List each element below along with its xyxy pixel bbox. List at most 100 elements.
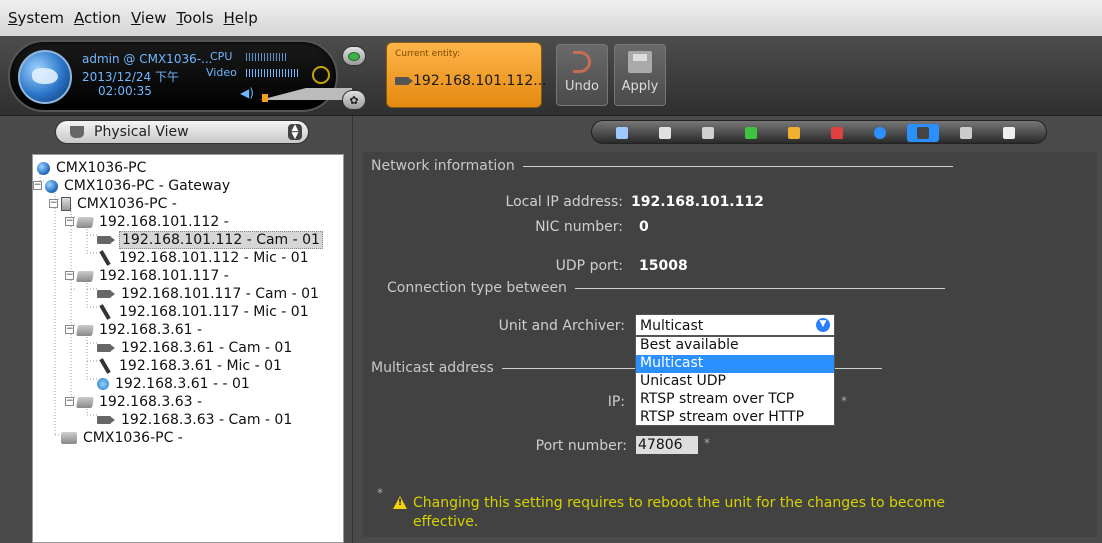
tree-node[interactable]: − CMX1036-PC - Gateway [33,177,232,195]
gateway-icon [45,179,58,193]
tree-node[interactable]: CMX1036-PC - [61,429,185,447]
undo-button[interactable]: Undo [556,44,608,106]
tree-node[interactable]: 192.168.3.61 - Cam - 01 [97,339,294,357]
tree-node[interactable]: 192.168.101.117 - Cam - 01 [97,285,321,303]
left-panel: Physical View ▲ ▼ CMX1036-PC − CMX1036-P… [0,116,352,543]
entity-tree[interactable]: CMX1036-PC − CMX1036-PC - Gateway − CMX1036-… [32,154,344,543]
menu-item-1[interactable]: Action [74,9,121,27]
menu-item-label: iew [140,9,167,27]
multicast-ip-label: IP: [607,394,625,410]
tree-node-label: CMX1036-PC - Gateway [64,178,231,194]
volume-slider[interactable] [260,86,352,102]
local-ip-value: 192.168.101.112 [631,194,764,210]
tree-node-label: 192.168.3.63 - Cam - 01 [121,412,293,428]
tree-node[interactable]: − CMX1036-PC - [49,195,179,213]
menu-item-0[interactable]: System [8,9,64,27]
date-label: 2013/12/24 下午 [82,70,179,84]
tree-collapse-toggle[interactable]: − [65,325,74,334]
undo-icon [573,51,591,73]
tree-collapse-toggle[interactable]: − [49,199,58,208]
archiver-icon [61,432,77,444]
dropdown-option[interactable]: Multicast [636,355,834,373]
tree-node[interactable]: 192.168.3.63 - Cam - 01 [97,411,294,429]
tree-node-label: CMX1036-PC [56,160,147,176]
tree-node-label: CMX1036-PC - [77,196,177,212]
menu-item-4[interactable]: Help [224,9,258,27]
tree-collapse-toggle[interactable]: − [65,271,74,280]
dropdown-option[interactable]: RTSP stream over TCP [636,391,834,409]
microphone-icon [99,304,111,320]
menu-item-accelerator: S [8,9,18,27]
peripherals-tab-icon[interactable] [692,124,724,142]
tree-node[interactable]: − 192.168.3.63 - [65,393,204,411]
menu-item-accelerator: A [73,9,84,27]
tree-node[interactable]: 192.168.3.61 - Mic - 01 [97,357,284,375]
tree-node[interactable]: − 192.168.3.61 - [65,321,204,339]
tree-collapse-toggle[interactable]: − [65,217,74,226]
eye-icon[interactable] [342,46,366,66]
tree-node[interactable]: 192.168.101.117 - Mic - 01 [97,303,311,321]
unit-icon [76,324,94,336]
apply-button[interactable]: Apply [614,44,666,106]
connection-type-select[interactable]: Multicast ▼ [635,314,835,336]
view-selector-value: Physical View [94,124,189,140]
menu-item-3[interactable]: Tools [177,9,214,27]
tree-node-label: 192.168.3.61 - - 01 [115,376,250,392]
dropdown-option[interactable]: Unicast UDP [636,373,834,391]
tree-collapse-toggle[interactable]: − [65,397,74,406]
port-number-input[interactable]: 47806 [636,436,698,454]
security-center-logo-icon[interactable] [18,50,72,104]
unit-icon [76,396,94,408]
tree-node[interactable]: 192.168.3.61 - - 01 [97,375,252,393]
unit-icon [76,270,94,282]
connection-type-dropdown[interactable]: Best available Multicast Unicast UDP RTSP s… [635,336,835,426]
right-panel: Network information Local IP address: 19… [352,116,1102,543]
menu-item-accelerator: V [130,9,141,27]
tree-node-label: 192.168.101.117 - Cam - 01 [121,286,319,302]
status-tab-icon[interactable] [993,124,1025,142]
dropdown-option[interactable]: RTSP stream over HTTP [636,409,834,427]
video-meter [246,69,298,77]
udp-port-value: 15008 [639,258,688,274]
tree-node-label: 192.168.101.112 - Cam - 01 [119,231,323,249]
dropdown-option[interactable]: Best available [636,337,834,355]
camera-icon [395,77,413,85]
menu-bar: System Action View Tools Help [0,0,1102,36]
color-tab-icon[interactable] [778,124,810,142]
current-entity-value: 192.168.101.112... [413,73,547,89]
tree-node[interactable]: − 192.168.101.117 - [65,267,231,285]
clock-icon[interactable] [312,66,330,84]
properties-tab-icon[interactable] [649,124,681,142]
identity-tab-icon[interactable] [606,124,638,142]
chevron-down-icon[interactable]: ▼ [816,318,830,332]
user-label: admin @ CMX1036-... [82,52,213,66]
view-selector[interactable]: Physical View ▲ ▼ [55,120,309,144]
hardware-tab-icon[interactable] [735,124,767,142]
local-ip-label: Local IP address: [505,194,623,210]
menu-item-label: elp [234,9,258,27]
volume-icon[interactable]: ◀) [240,86,254,100]
palette-icon[interactable]: ✿ [342,90,366,110]
tree-node[interactable]: 192.168.101.112 - Mic - 01 [97,249,311,267]
tools-tab-icon[interactable] [950,124,982,142]
network-tab-icon[interactable] [907,124,939,142]
video-tab-icon[interactable] [821,124,853,142]
multicast-address-title: Multicast address [371,360,494,376]
save-icon [628,51,652,73]
physical-view-icon [70,126,84,138]
camera-icon [97,290,115,298]
config-tab-bar [591,120,1047,144]
warning-icon [393,496,407,509]
tree-node[interactable]: 192.168.101.112 - Cam - 01 [97,231,323,249]
tree-node-label: 192.168.101.112 - [99,214,229,230]
network-information-title: Network information [371,158,515,174]
tree-node[interactable]: CMX1036-PC [37,159,148,177]
tree-collapse-toggle[interactable]: − [33,181,42,190]
connection-type-title: Connection type between [387,280,567,296]
info-tab-icon[interactable] [864,124,896,142]
nic-number-label: NIC number: [535,219,623,235]
menu-item-2[interactable]: View [131,9,167,27]
tree-node-label: 192.168.3.61 - Cam - 01 [121,340,293,356]
tree-node[interactable]: − 192.168.101.112 - [65,213,231,231]
required-mark: * [704,436,710,450]
